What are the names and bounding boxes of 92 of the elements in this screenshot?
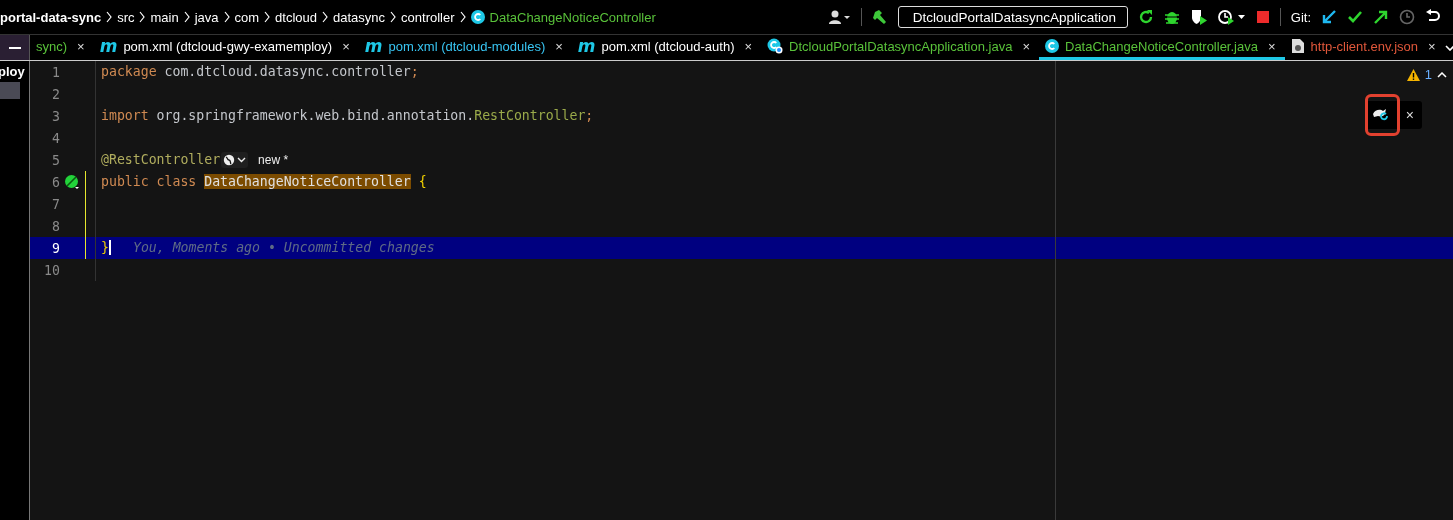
chevron-down-icon[interactable] — [1444, 44, 1453, 51]
breadcrumb-item[interactable]: DataChangeNoticeController — [489, 9, 656, 25]
user-icon[interactable] — [828, 10, 851, 24]
code-annotation: @RestController — [101, 152, 221, 167]
line-number: 10 — [43, 262, 60, 278]
close-icon[interactable]: × — [744, 38, 753, 54]
line-number: 3 — [51, 108, 60, 124]
bug-icon[interactable] — [1163, 9, 1180, 25]
warning-icon[interactable] — [1406, 68, 1420, 81]
change-marker[interactable] — [85, 237, 86, 259]
line-number: 6 — [51, 174, 60, 190]
chevron-icon — [139, 11, 146, 23]
editor-tab[interactable]: http-client.env.json × — [1284, 35, 1445, 60]
chevron-up-icon[interactable] — [1437, 71, 1447, 78]
globe-icon — [223, 154, 236, 166]
code-keyword: public class — [101, 174, 197, 189]
change-marker[interactable] — [85, 215, 86, 237]
editor-tab[interactable]: m pom.xml (dtcloud-gwy-examemploy) × — [93, 35, 359, 60]
chevron-icon — [459, 11, 466, 23]
class-icon — [1045, 39, 1059, 53]
close-icon[interactable]: × — [1405, 107, 1414, 123]
spring-class-icon — [767, 38, 784, 54]
http-file-icon — [1290, 38, 1305, 54]
chevron-icon — [264, 11, 271, 23]
git-label: Git: — [1290, 9, 1311, 25]
chevron-icon — [183, 11, 190, 23]
breadcrumb-item[interactable]: dtcloud — [275, 9, 317, 25]
endpoint-inlay[interactable] — [221, 152, 249, 168]
code-text: } — [101, 240, 111, 255]
hammer-icon[interactable] — [871, 9, 888, 25]
line-number: 5 — [51, 152, 60, 168]
close-icon[interactable]: × — [1267, 38, 1276, 54]
code-text: RestController — [474, 108, 586, 123]
run-configuration-name: DtcloudPortalDatasyncApplication — [912, 9, 1117, 25]
line-number: 8 — [51, 218, 60, 234]
close-icon[interactable]: × — [77, 38, 85, 54]
profiler-icon[interactable] — [1217, 9, 1246, 25]
code-text: org.springframework.web.bind.annotation. — [156, 108, 475, 123]
rerun-icon[interactable] — [1137, 9, 1154, 25]
chevron-icon — [390, 11, 397, 23]
chevron-icon — [106, 11, 113, 23]
breadcrumb-item[interactable]: portal-data-sync — [0, 9, 102, 25]
change-marker[interactable] — [85, 193, 86, 215]
coverage-icon[interactable] — [1189, 9, 1208, 25]
editor-tab[interactable]: m pom.xml (dtcloud-auth) × — [571, 35, 762, 60]
maven-icon: m — [99, 37, 118, 55]
commit-check-icon[interactable] — [1347, 9, 1363, 25]
maven-reload-icon[interactable] — [1372, 107, 1390, 123]
breadcrumb-item[interactable]: com — [234, 9, 260, 25]
line-number: 1 — [51, 64, 60, 80]
editor-tab[interactable]: sync) × — [30, 35, 94, 60]
code-text: ; — [410, 64, 419, 79]
chevron-icon — [223, 11, 230, 23]
stop-icon[interactable] — [1255, 10, 1270, 24]
editor-tab[interactable]: DtcloudPortalDatasyncApplication.java × — [761, 35, 1039, 60]
highlight-frame — [1365, 94, 1400, 136]
class-icon — [470, 10, 485, 24]
line-number: 7 — [51, 196, 60, 212]
line-number: 2 — [51, 86, 60, 102]
inlay-hint[interactable]: new * — [258, 153, 289, 167]
breadcrumb-item[interactable]: main — [150, 9, 179, 25]
breadcrumb-item[interactable]: java — [194, 9, 219, 25]
maven-icon: m — [577, 37, 596, 55]
update-arrow-icon[interactable] — [1321, 9, 1337, 25]
highlighted-identifier: DataChangeNoticeController — [204, 174, 411, 189]
code-text: ; — [585, 108, 594, 123]
maven-icon: m — [364, 37, 383, 55]
breadcrumb-item[interactable]: src — [117, 9, 135, 25]
minimize-button[interactable] — [0, 35, 30, 60]
code-text: { — [418, 174, 427, 189]
code-keyword: import — [101, 108, 149, 123]
breadcrumb-item[interactable]: controller — [401, 9, 455, 25]
bean-gutter-icon[interactable] — [64, 174, 80, 190]
chevron-icon — [322, 11, 328, 23]
git-blame-annotation: You, Moments ago • Uncommitted changes — [132, 240, 435, 255]
chevron-down-icon — [237, 157, 247, 163]
minimize-icon — [8, 46, 21, 49]
line-number: 4 — [51, 130, 60, 146]
line-number: 9 — [51, 240, 60, 256]
close-icon[interactable]: × — [555, 38, 563, 54]
editor-tab[interactable]: m pom.xml (dtcloud-modules) × — [358, 35, 572, 60]
close-icon[interactable]: × — [1428, 38, 1436, 54]
change-marker[interactable] — [85, 171, 86, 193]
breadcrumb-item[interactable]: datasync — [333, 9, 386, 25]
code-text: com.dtcloud.datasync.controller — [164, 64, 411, 79]
warning-count: 1 — [1424, 67, 1432, 82]
history-icon[interactable] — [1399, 9, 1415, 25]
run-configuration-dropdown[interactable]: DtcloudPortalDatasyncApplication — [897, 6, 1128, 28]
close-icon[interactable]: × — [1022, 38, 1030, 54]
push-arrow-icon[interactable] — [1373, 9, 1389, 25]
close-icon[interactable]: × — [342, 38, 350, 54]
code-keyword: package — [101, 64, 157, 79]
